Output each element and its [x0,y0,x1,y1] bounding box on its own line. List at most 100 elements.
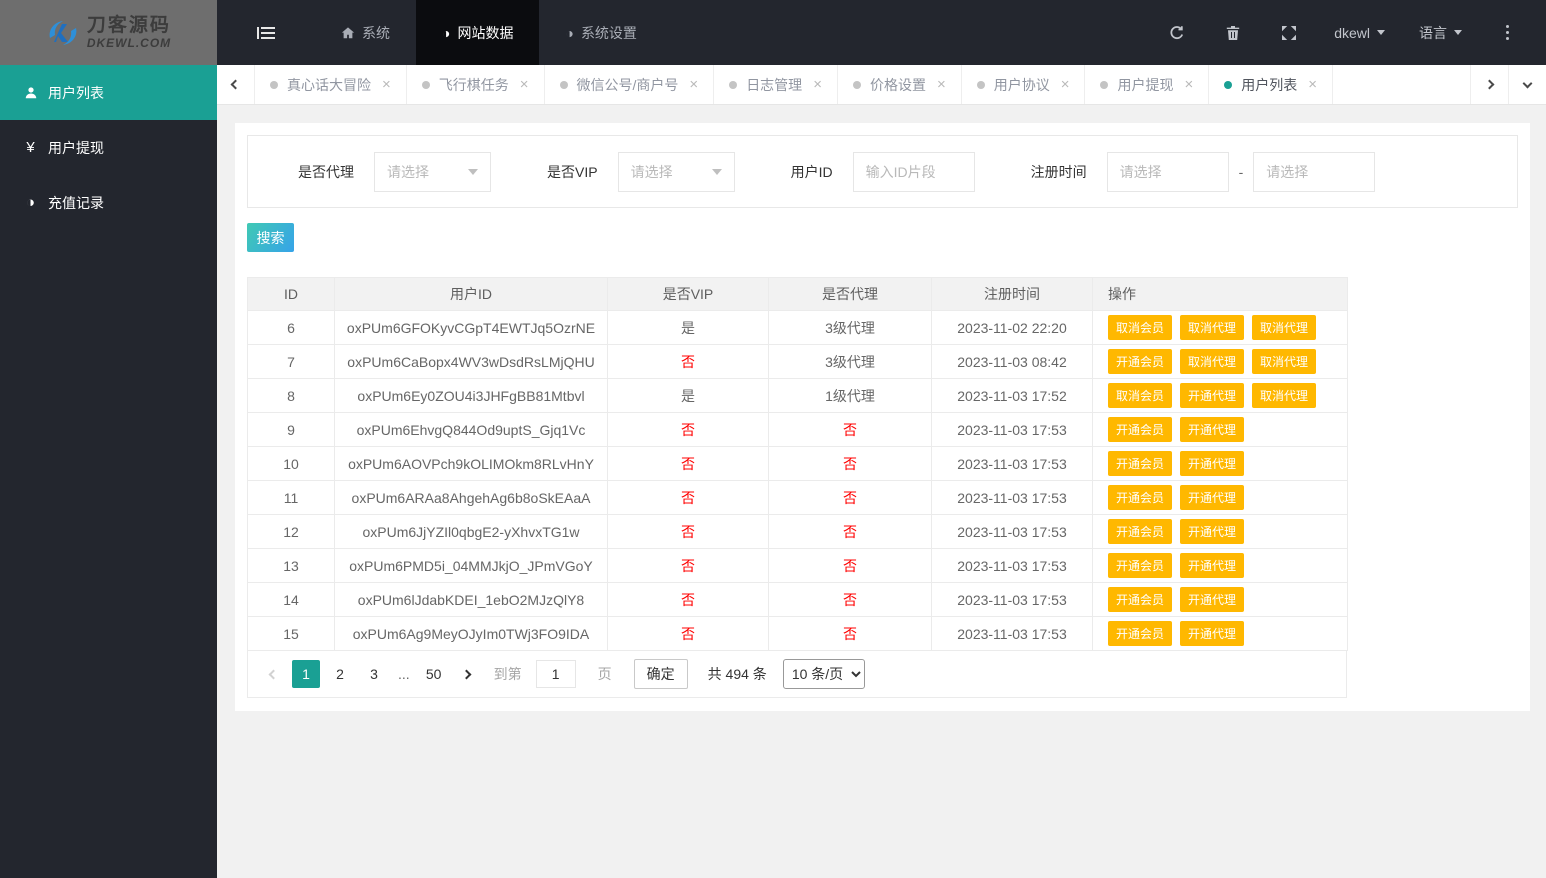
prev-page-button[interactable] [260,660,286,688]
language-dropdown[interactable]: 语言 [1409,0,1472,65]
range-separator: - [1238,163,1244,180]
search-button[interactable]: 搜索 [247,223,294,252]
tab-item-7[interactable]: 用户提现 × [1085,65,1210,104]
nav-item-system-settings[interactable]: ◑ 系统设置 [539,0,662,65]
cell-actions: 开通会员 开通代理 [1092,480,1348,515]
grant-agent-button[interactable]: 开通代理 [1180,451,1245,476]
sidebar-item-user-list[interactable]: 用户列表 [0,65,217,120]
grant-agent-button[interactable]: 开通代理 [1180,485,1245,510]
agent-select[interactable]: 请选择 [374,151,491,192]
grant-member-button[interactable]: 开通会员 [1108,349,1173,374]
refresh-icon [1170,25,1184,39]
tab-close-icon[interactable]: × [1184,76,1193,93]
cancel-agent-button[interactable]: 取消代理 [1252,315,1317,340]
page-button-2[interactable]: 2 [326,660,354,688]
fullscreen-button[interactable] [1268,0,1310,65]
tab-close-icon[interactable]: × [1061,76,1070,93]
page-size-select[interactable]: 10 条/页 [782,659,865,689]
cancel-agent-button[interactable]: 取消代理 [1180,315,1245,340]
cell-id: 14 [247,582,335,617]
tab-item-5[interactable]: 价格设置 × [838,65,962,104]
grant-member-button[interactable]: 开通会员 [1108,519,1173,544]
tab-status-dot [976,80,985,89]
nav-item-site-data[interactable]: ◑ 网站数据 [416,0,540,65]
refresh-button[interactable] [1156,0,1198,65]
sidebar-item-user-withdraw[interactable]: ¥ 用户提现 [0,120,217,175]
grant-agent-button[interactable]: 开通代理 [1180,587,1245,612]
chevron-down-icon [1522,78,1533,88]
cancel-agent-button[interactable]: 取消代理 [1252,383,1317,408]
tab-close-icon[interactable]: × [520,76,529,93]
tab-close-icon[interactable]: × [1308,76,1317,93]
tab-status-dot [852,80,861,89]
filter-user-id: 用户ID [791,151,975,192]
tab-item-4[interactable]: 日志管理 × [714,65,838,104]
cancel-agent-button[interactable]: 取消代理 [1252,349,1317,374]
brand-swoosh-icon [49,20,77,45]
tab-item-3[interactable]: 微信公号/商户号 × [545,65,715,104]
clear-cache-button[interactable] [1212,0,1254,65]
user-dropdown[interactable]: dkewl [1324,0,1395,65]
grant-agent-button[interactable]: 开通代理 [1180,621,1245,646]
more-menu-button[interactable] [1486,0,1528,65]
page-button-1[interactable]: 1 [292,660,320,688]
tabs-scroll-left-button[interactable] [217,65,255,104]
tab-item-8[interactable]: 用户列表 × [1209,65,1334,104]
cell-actions: 取消会员 取消代理 取消代理 [1092,310,1348,345]
grant-member-button[interactable]: 开通会员 [1108,451,1173,476]
grant-agent-button[interactable]: 开通代理 [1180,553,1245,578]
grant-member-button[interactable]: 开通会员 [1108,417,1173,442]
sidebar-item-recharge-records[interactable]: ◑ 充值记录 [0,175,217,230]
tab-status-dot [559,80,568,89]
page-button-50[interactable]: 50 [420,660,448,688]
grant-member-button[interactable]: 开通会员 [1108,587,1173,612]
cancel-member-button[interactable]: 取消会员 [1108,315,1173,340]
cell-vip: 否 [607,344,769,379]
reg-time-end-input[interactable] [1253,151,1376,192]
cell-id: 6 [247,310,335,345]
grant-agent-button[interactable]: 开通代理 [1180,383,1245,408]
tab-item-2[interactable]: 飞行棋任务 × [407,65,545,104]
tab-close-icon[interactable]: × [689,76,698,93]
chevron-right-icon [1484,79,1495,90]
cell-reg-time: 2023-11-03 17:53 [931,514,1093,549]
filter-reg-time-label: 注册时间 [1030,163,1087,180]
confirm-button[interactable]: 确定 [633,659,688,689]
user-id-input[interactable] [852,151,975,192]
tab-close-icon[interactable]: × [813,76,822,93]
filter-vip: 是否VIP 请选择 [547,151,735,192]
tab-item-1[interactable]: 真心话大冒险 × [255,65,407,104]
nav-item-system[interactable]: 系统 [315,0,416,65]
grant-member-button[interactable]: 开通会员 [1108,485,1173,510]
sidebar-item-label: 用户提现 [48,139,104,156]
chevron-left-icon [230,79,241,90]
grant-agent-button[interactable]: 开通代理 [1180,519,1245,544]
tab-close-icon[interactable]: × [382,76,391,93]
menu-toggle-button[interactable] [217,0,315,65]
cell-actions: 开通会员 开通代理 [1092,548,1348,583]
cell-vip: 否 [607,514,769,549]
grant-member-button[interactable]: 开通会员 [1108,621,1173,646]
cancel-member-button[interactable]: 取消会员 [1108,383,1173,408]
tabs-scroll-right-button[interactable] [1470,65,1508,104]
next-page-button[interactable] [454,660,480,688]
tabbar: 真心话大冒险 × 飞行棋任务 × 微信公号/商户号 × 日志管理 × 价格设置 × 用户协议 × 用户提… [217,65,1546,105]
table-row: 11 oxPUm6ARAa8AhgehAg6b8oSkEAaA 否否 2023-11-… [247,480,1348,515]
reg-time-start-input[interactable] [1106,151,1229,192]
cell-id: 8 [247,378,335,413]
tab-item-6[interactable]: 用户协议 × [962,65,1086,104]
tabs-menu-button[interactable] [1508,65,1546,104]
cell-user-id: oxPUm6Ag9MeyOJyIm0TWj3FO9IDA [334,616,608,651]
tab-close-icon[interactable]: × [937,76,946,93]
goto-page-input[interactable] [535,660,576,688]
filter-vip-label: 是否VIP [547,163,598,180]
vip-select[interactable]: 请选择 [617,151,735,192]
cell-id: 7 [247,344,335,379]
topbar: 系统 ◑ 网站数据 ◑ 系统设置 dkewl 语言 [217,0,1546,65]
half-circle-icon: ◑ [442,24,451,41]
cancel-agent-button[interactable]: 取消代理 [1180,349,1245,374]
grant-agent-button[interactable]: 开通代理 [1180,417,1245,442]
table-row: 14 oxPUm6lJdabKDEI_1ebO2MJzQlY8 否否 2023-11-… [247,582,1348,617]
page-button-3[interactable]: 3 [360,660,388,688]
grant-member-button[interactable]: 开通会员 [1108,553,1173,578]
